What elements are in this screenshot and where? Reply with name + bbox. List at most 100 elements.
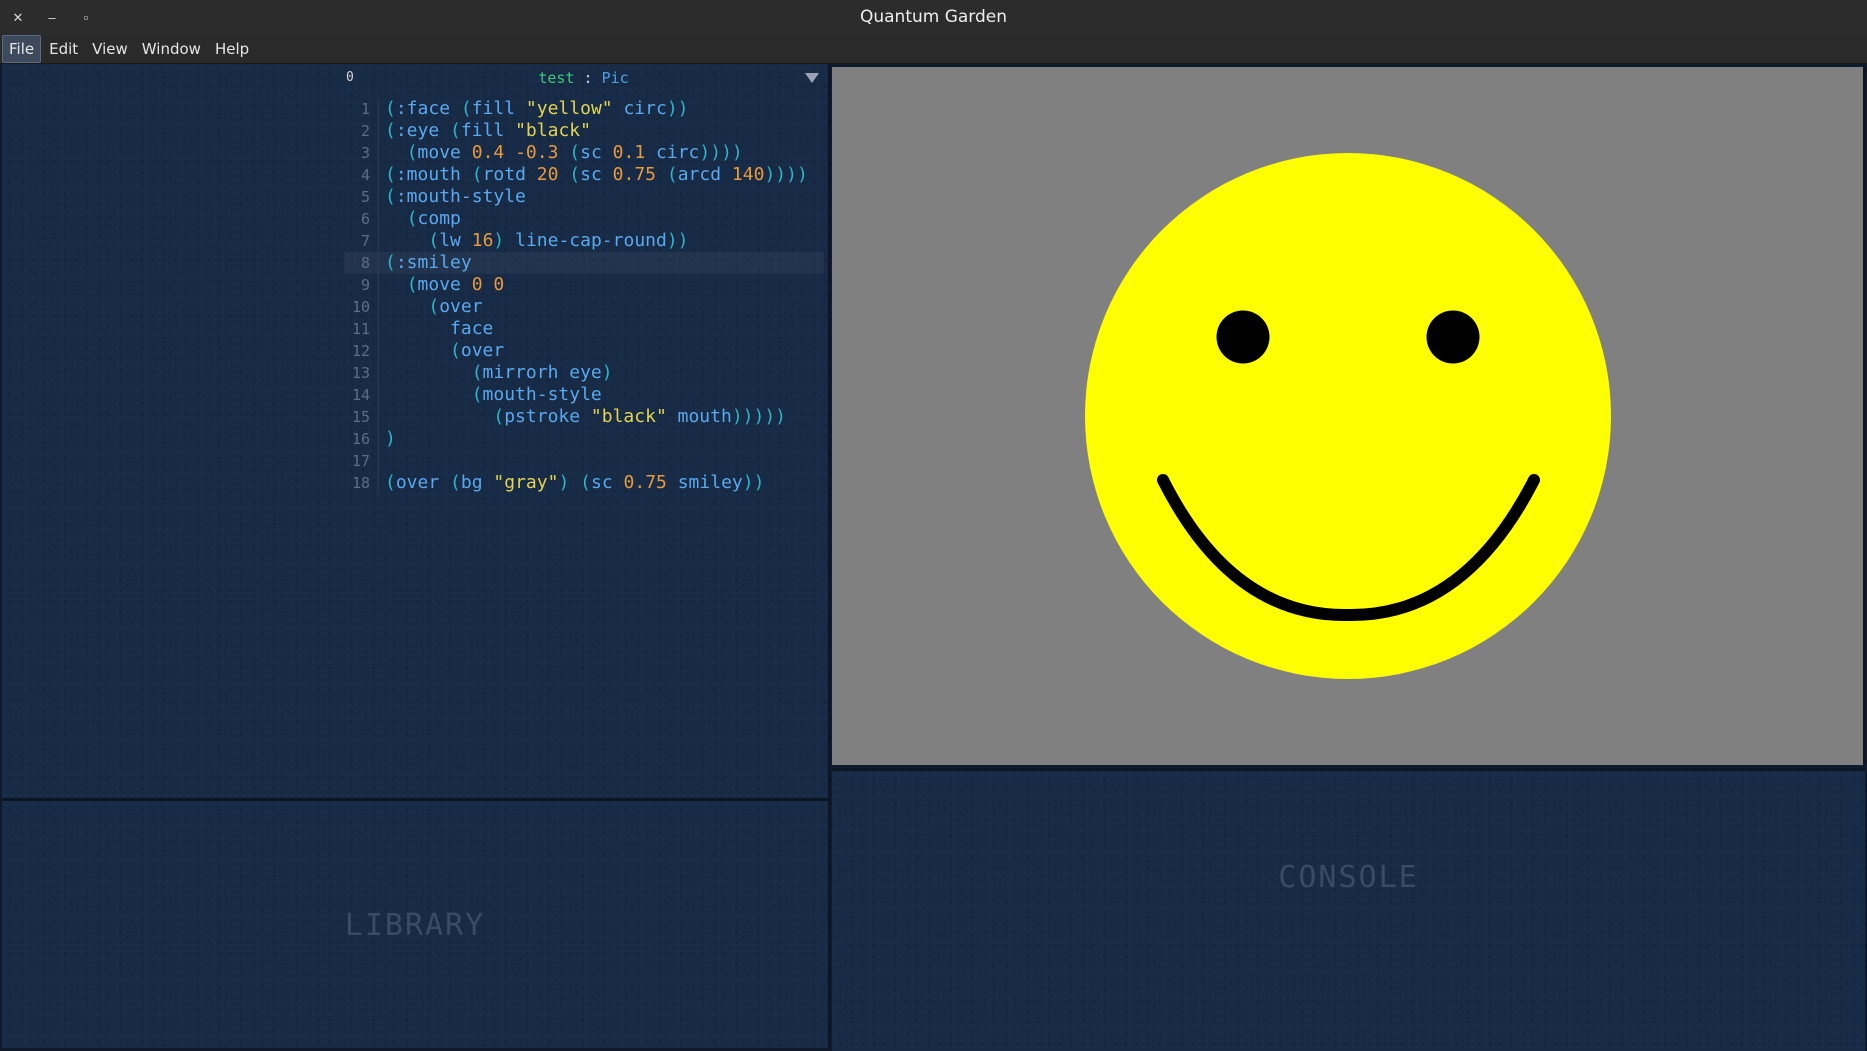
- menu-window[interactable]: Window: [136, 36, 207, 62]
- code-token: (: [460, 98, 472, 119]
- menu-help[interactable]: Help: [209, 36, 255, 62]
- code-line[interactable]: 15 (pstroke "black" mouth))))): [344, 406, 824, 428]
- code-token: 0: [493, 274, 505, 295]
- code-token: (: [428, 296, 440, 317]
- console-label: CONSOLE: [1278, 860, 1419, 895]
- code-token: sc: [580, 142, 602, 163]
- line-number: 16: [344, 428, 379, 450]
- code-token: arcd: [677, 164, 722, 185]
- code-line[interactable]: 7 (lw 16) line-cap-round)): [344, 230, 824, 252]
- code-line[interactable]: 3 (move 0.4 -0.3 (sc 0.1 circ)))): [344, 142, 824, 164]
- line-number: 14: [344, 384, 379, 406]
- code-token: smiley: [677, 472, 743, 493]
- code-line[interactable]: 4 (:mouth (rotd 20 (sc 0.75 (arcd 140)))): [344, 164, 824, 186]
- smiley-left-eye: [1216, 310, 1270, 364]
- preview-canvas: [832, 67, 1865, 765]
- code-token: :mouth-style: [395, 186, 526, 207]
- code-token: 16: [471, 230, 494, 251]
- code-token: (: [580, 472, 591, 493]
- library-pane: LIBRARY: [2, 801, 830, 1048]
- code-line[interactable]: 5 (:mouth-style: [344, 186, 824, 208]
- code-token: :smiley: [395, 252, 472, 273]
- code-line[interactable]: 12 (over: [344, 340, 824, 362]
- code-line[interactable]: 1 (:face (fill "yellow" circ)): [344, 98, 824, 120]
- console-pane: CONSOLE: [832, 768, 1865, 1051]
- code-line[interactable]: 14 (mouth-style: [344, 384, 824, 406]
- code-line[interactable]: 11 face: [344, 318, 824, 340]
- code-token: (: [493, 406, 505, 427]
- code-line[interactable]: 8 (:smiley: [344, 252, 824, 274]
- code-line[interactable]: 13 (mirrorh eye): [344, 362, 824, 384]
- library-label: LIBRARY: [344, 908, 486, 943]
- code-token: (: [385, 98, 396, 119]
- code-token: over: [439, 296, 483, 317]
- code-line[interactable]: 2 (:eye (fill "black": [344, 120, 824, 142]
- code-token: (: [450, 472, 461, 493]
- definition-type: Pic: [601, 69, 629, 87]
- menu-view[interactable]: View: [86, 36, 134, 62]
- code-line[interactable]: 9 (move 0 0: [344, 274, 824, 296]
- code-token: "black": [515, 120, 591, 141]
- code-token: eye: [569, 362, 602, 383]
- code-line[interactable]: 18 (over (bg "gray") (sc 0.75 smiley)): [344, 472, 824, 494]
- definition-separator: :: [583, 69, 593, 87]
- code-token: pstroke: [504, 406, 581, 427]
- line-number: 3: [344, 142, 379, 164]
- code-token: (: [406, 142, 418, 163]
- code-token: lw: [439, 230, 461, 251]
- code-token: )): [742, 472, 765, 493]
- code-token: 140: [731, 164, 765, 185]
- code-token: -0.3: [515, 142, 559, 163]
- code-token: (: [385, 186, 396, 207]
- code-token: "black": [590, 406, 667, 427]
- code-token: 0.4: [471, 142, 505, 163]
- code-token: mirrorh: [482, 362, 559, 383]
- line-number: 8: [344, 252, 379, 274]
- line-number: 9: [344, 274, 379, 296]
- line-number: 11: [344, 318, 379, 340]
- line-number: 7: [344, 230, 379, 252]
- code-line[interactable]: 16): [344, 428, 824, 450]
- code-line[interactable]: 17: [344, 450, 824, 472]
- window-title: Quantum Garden: [859, 7, 1008, 27]
- line-number: 4: [344, 164, 379, 186]
- code-line[interactable]: 10 (over: [344, 296, 824, 318]
- code-token: (: [385, 252, 396, 273]
- code-token: 0.1: [612, 142, 646, 163]
- menu-edit[interactable]: Edit: [43, 36, 84, 62]
- editor-header: 0 test : Pic: [344, 66, 823, 90]
- code-token: :mouth: [395, 164, 461, 185]
- code-token: (: [406, 274, 418, 295]
- menu-file[interactable]: File: [2, 35, 42, 63]
- line-number: 6: [344, 208, 379, 230]
- code-token: )): [666, 230, 689, 251]
- smiley-right-eye: [1426, 310, 1480, 364]
- line-number: 10: [344, 296, 379, 318]
- dropdown-caret-icon[interactable]: [805, 73, 819, 83]
- code-token: sc: [590, 472, 613, 493]
- code-token: mouth-style: [482, 384, 602, 405]
- code-token: comp: [417, 208, 461, 229]
- code-line[interactable]: 6 (comp: [344, 208, 824, 230]
- code-editor[interactable]: 1 (:face (fill "yellow" circ)) 2 (:eye (fil…: [344, 98, 824, 494]
- code-token: 0.75: [623, 472, 667, 493]
